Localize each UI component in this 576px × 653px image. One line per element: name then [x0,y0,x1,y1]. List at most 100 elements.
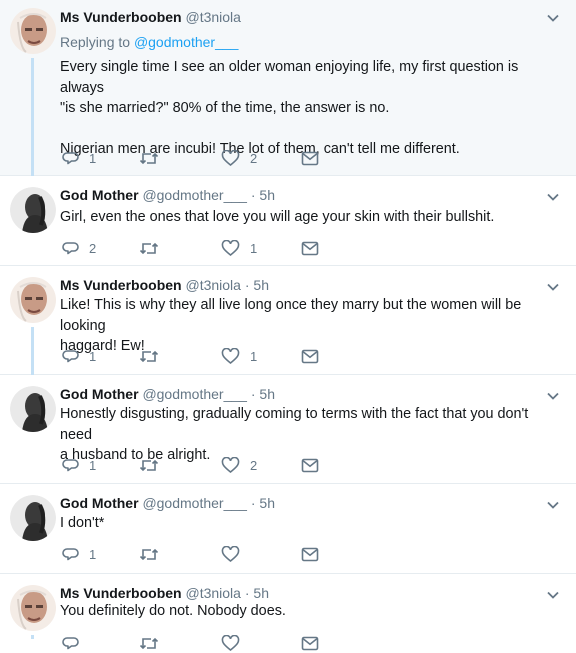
timestamp[interactable]: 5h [259,495,275,511]
tweet-header: Ms Vunderbooben @t3niola · 5h [60,277,269,293]
like-button[interactable]: 1 [221,346,257,366]
tweet-header: God Mother @godmother___ · 5h [60,187,275,203]
reply-count: 1 [89,546,97,562]
chevron-down-icon[interactable] [546,190,560,204]
tweet[interactable]: Ms Vunderbooben @t3niola · 5h Like! This… [0,266,576,375]
reply-button[interactable]: 1 [62,148,96,168]
username[interactable]: @godmother___ [142,386,247,402]
dm-button[interactable] [301,544,319,564]
reply-icon [62,349,79,362]
avatar-t3niola[interactable] [10,585,56,631]
like-count: 2 [250,150,258,166]
tweet-text-line: Honestly disgusting, gradually coming to… [60,406,529,443]
tweet[interactable]: God Mother @godmother___ · 5h Honestly d… [0,375,576,484]
heart-icon [221,456,240,473]
retweet-icon [139,350,159,362]
retweet-button[interactable] [139,238,169,258]
retweet-button[interactable] [139,544,169,564]
username[interactable]: @godmother___ [142,187,247,203]
avatar-godmother[interactable] [10,495,56,541]
retweet-button[interactable] [139,148,169,168]
dm-button[interactable] [301,238,319,258]
like-button[interactable] [221,633,240,653]
tweet-text-line: Girl, even the ones that love you will a… [60,209,495,225]
thread-line [31,327,34,375]
chevron-down-icon[interactable] [546,280,560,294]
tweet[interactable]: Ms Vunderbooben @t3niola · 5h You defini… [0,574,576,651]
heart-icon [221,347,240,364]
chevron-down-icon[interactable] [546,389,560,403]
timestamp[interactable]: 5h [259,386,275,402]
reply-icon [62,547,79,560]
like-button[interactable]: 2 [221,148,257,168]
tweet[interactable]: God Mother @godmother___ · 5h Girl, even… [0,176,576,266]
reply-icon [62,458,79,471]
display-name[interactable]: Ms Vunderbooben [60,9,182,25]
tweet-text-line: I don't* [60,515,105,531]
avatar-godmother[interactable] [10,187,56,233]
envelope-icon [301,151,319,165]
username[interactable]: @t3niola [185,9,240,25]
like-count: 1 [250,240,258,256]
separator-dot: · [244,585,250,601]
reply-button[interactable]: 1 [62,544,96,564]
tweet-text: Girl, even the ones that love you will a… [60,207,560,228]
dm-button[interactable] [301,148,319,168]
timestamp[interactable]: 5h [259,187,275,203]
timestamp[interactable]: 5h [253,585,269,601]
like-button[interactable]: 2 [221,455,257,475]
tweet-text: I don't* [60,513,560,534]
reply-button[interactable]: 2 [62,238,96,258]
reply-count: 2 [89,240,97,256]
tweet-text-line: Like! This is why they all live long onc… [60,297,522,334]
avatar-godmother[interactable] [10,386,56,432]
replying-to-label: Replying to [60,34,131,50]
avatar-t3niola[interactable] [10,8,56,54]
display-name[interactable]: Ms Vunderbooben [60,585,182,601]
retweet-icon [139,548,159,560]
like-button[interactable] [221,544,250,564]
retweet-button[interactable] [139,633,159,653]
chevron-down-icon[interactable] [546,588,560,602]
envelope-icon [301,458,319,472]
envelope-icon [301,547,319,561]
avatar-t3niola[interactable] [10,277,56,323]
username[interactable]: @t3niola [185,277,240,293]
chevron-down-icon[interactable] [546,11,560,25]
reply-icon [62,636,79,649]
display-name[interactable]: God Mother [60,495,139,511]
like-button[interactable]: 1 [221,238,257,258]
reply-button[interactable] [62,633,79,653]
replying-to-link[interactable]: @godmother___ [134,34,239,50]
tweet[interactable]: Ms Vunderbooben @t3niola Replying to @go… [0,0,576,176]
retweet-button[interactable] [139,346,169,366]
reply-icon [62,151,79,164]
separator-dot: · [250,495,256,511]
thread-line [31,58,34,176]
envelope-icon [301,241,319,255]
display-name[interactable]: God Mother [60,187,139,203]
reply-button[interactable]: 1 [62,346,96,366]
heart-icon [221,149,240,166]
retweet-icon [139,242,159,254]
retweet-button[interactable] [139,455,169,475]
username[interactable]: @godmother___ [142,495,247,511]
tweet-header: Ms Vunderbooben @t3niola [60,9,241,25]
dm-button[interactable] [301,346,319,366]
display-name[interactable]: Ms Vunderbooben [60,277,182,293]
retweet-icon [139,459,159,471]
tweet-text-line: "is she married?" 80% of the time, the a… [60,100,390,116]
envelope-icon [301,636,319,650]
separator-dot: · [250,187,256,203]
username[interactable]: @t3niola [185,585,240,601]
dm-button[interactable] [301,633,319,653]
reply-button[interactable]: 1 [62,455,96,475]
display-name[interactable]: God Mother [60,386,139,402]
timestamp[interactable]: 5h [253,277,269,293]
heart-icon [221,239,240,256]
retweet-icon [139,152,159,164]
reply-count: 1 [89,348,97,364]
dm-button[interactable] [301,455,319,475]
tweet[interactable]: God Mother @godmother___ · 5h I don't* 1 [0,484,576,574]
chevron-down-icon[interactable] [546,498,560,512]
